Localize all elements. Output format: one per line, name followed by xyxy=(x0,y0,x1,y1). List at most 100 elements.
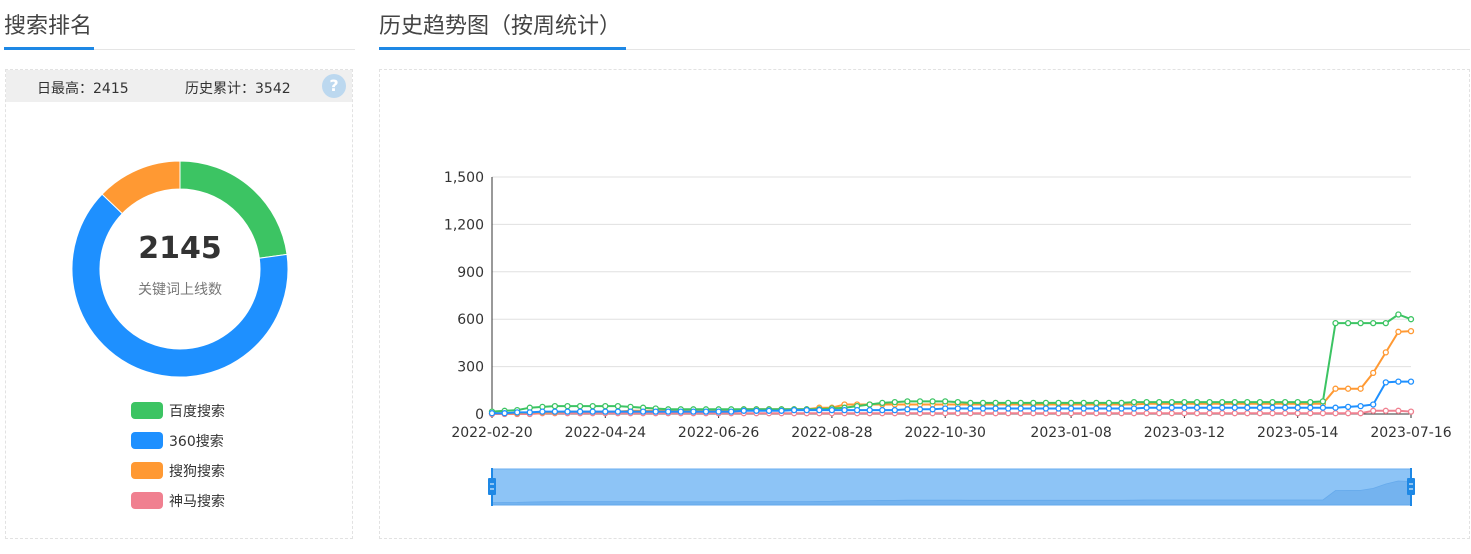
series-point-360[interactable] xyxy=(715,408,722,415)
series-point-360[interactable] xyxy=(1193,404,1201,411)
series-point-baidu[interactable] xyxy=(879,399,886,407)
series-point-360[interactable] xyxy=(614,408,622,415)
series-point-360[interactable] xyxy=(1206,404,1213,411)
series-point-360[interactable] xyxy=(1017,405,1024,412)
series-point-360[interactable] xyxy=(841,406,848,414)
series-point-baidu[interactable] xyxy=(1395,311,1402,318)
series-point-baidu[interactable] xyxy=(1118,399,1125,407)
series-point-360[interactable] xyxy=(639,408,647,415)
series-point-shenma[interactable] xyxy=(1382,407,1389,414)
series-point-baidu[interactable] xyxy=(1105,399,1113,407)
series-point-360[interactable] xyxy=(1319,404,1327,411)
series-point-360[interactable] xyxy=(740,407,747,414)
series-point-360[interactable] xyxy=(1156,404,1163,411)
series-point-360[interactable] xyxy=(539,408,546,415)
series-point-shenma[interactable] xyxy=(1395,407,1402,414)
series-point-shenma[interactable] xyxy=(1319,410,1327,417)
series-point-baidu[interactable] xyxy=(551,402,559,410)
series-point-baidu[interactable] xyxy=(1407,316,1415,323)
series-point-360[interactable] xyxy=(1231,404,1238,411)
legend-item-360[interactable]: 360搜索 xyxy=(131,430,291,450)
series-point-baidu[interactable] xyxy=(916,398,924,405)
series-point-360[interactable] xyxy=(1269,404,1276,411)
series-point-360[interactable] xyxy=(778,407,785,414)
series-point-360[interactable] xyxy=(765,407,773,414)
series-point-360[interactable] xyxy=(1143,404,1150,411)
series-point-360[interactable] xyxy=(992,405,999,412)
series-point-baidu[interactable] xyxy=(589,402,596,410)
series-point-baidu[interactable] xyxy=(1067,399,1075,407)
series-point-360[interactable] xyxy=(1332,404,1339,411)
series-point-360[interactable] xyxy=(942,405,949,412)
datazoom-left-handle[interactable] xyxy=(488,478,496,495)
series-point-baidu[interactable] xyxy=(564,402,571,410)
series-point-baidu[interactable] xyxy=(1370,319,1377,327)
series-point-baidu[interactable] xyxy=(1269,398,1276,406)
series-point-360[interactable] xyxy=(816,406,823,414)
series-point-360[interactable] xyxy=(1281,404,1289,411)
series-point-baidu[interactable] xyxy=(1156,398,1163,406)
series-point-360[interactable] xyxy=(879,406,886,414)
series-point-360[interactable] xyxy=(891,406,898,414)
legend-item-sogou[interactable]: 搜狗搜索 xyxy=(131,460,291,480)
series-point-shenma[interactable] xyxy=(1344,410,1352,417)
series-point-shenma[interactable] xyxy=(1181,410,1188,417)
series-point-360[interactable] xyxy=(514,409,521,416)
series-point-baidu[interactable] xyxy=(942,398,949,405)
series-point-baidu[interactable] xyxy=(1080,399,1087,407)
series-point-360[interactable] xyxy=(602,408,609,415)
series-point-360[interactable] xyxy=(1005,405,1012,412)
series-point-baidu[interactable] xyxy=(576,402,584,410)
series-point-sogou[interactable] xyxy=(1407,327,1415,335)
series-point-360[interactable] xyxy=(1080,405,1087,412)
series-point-baidu[interactable] xyxy=(1219,398,1226,406)
series-point-shenma[interactable] xyxy=(1269,410,1276,417)
series-point-360[interactable] xyxy=(1219,404,1226,411)
series-point-baidu[interactable] xyxy=(954,398,961,406)
series-point-360[interactable] xyxy=(627,408,634,415)
series-point-baidu[interactable] xyxy=(1319,398,1327,405)
series-point-baidu[interactable] xyxy=(992,399,999,407)
series-point-360[interactable] xyxy=(501,410,508,417)
series-point-baidu[interactable] xyxy=(1244,398,1251,406)
series-point-sogou[interactable] xyxy=(1357,385,1364,392)
series-point-360[interactable] xyxy=(1382,379,1389,386)
series-point-shenma[interactable] xyxy=(1407,408,1415,415)
series-point-shenma[interactable] xyxy=(1168,410,1175,417)
series-point-360[interactable] xyxy=(1244,404,1251,411)
series-point-360[interactable] xyxy=(677,408,684,415)
series-point-baidu[interactable] xyxy=(1256,398,1264,406)
series-point-360[interactable] xyxy=(954,405,961,412)
series-point-baidu[interactable] xyxy=(1294,398,1301,406)
series-point-baidu[interactable] xyxy=(979,399,987,407)
series-point-baidu[interactable] xyxy=(866,401,873,408)
series-point-shenma[interactable] xyxy=(1193,410,1201,417)
series-point-360[interactable] xyxy=(652,408,659,415)
series-point-360[interactable] xyxy=(1407,378,1415,385)
series-point-baidu[interactable] xyxy=(1055,399,1062,407)
series-point-360[interactable] xyxy=(853,406,861,414)
datazoom-right-handle[interactable] xyxy=(1407,478,1415,495)
series-point-360[interactable] xyxy=(589,408,596,415)
series-point-360[interactable] xyxy=(526,409,533,416)
series-point-shenma[interactable] xyxy=(1256,410,1264,417)
series-point-baidu[interactable] xyxy=(602,402,609,410)
donut-slice-sogou[interactable] xyxy=(101,160,181,215)
series-point-360[interactable] xyxy=(866,406,873,414)
series-point-360[interactable] xyxy=(1067,405,1075,412)
series-point-360[interactable] xyxy=(1030,405,1037,412)
series-point-360[interactable] xyxy=(1395,378,1402,385)
series-point-360[interactable] xyxy=(551,408,559,415)
series-point-360[interactable] xyxy=(1093,405,1100,412)
series-point-shenma[interactable] xyxy=(1281,410,1289,417)
series-point-360[interactable] xyxy=(916,406,924,413)
series-line-baidu[interactable] xyxy=(491,313,1412,413)
series-point-sogou[interactable] xyxy=(1382,349,1389,356)
series-point-360[interactable] xyxy=(728,408,735,415)
series-point-baidu[interactable] xyxy=(1382,319,1389,327)
help-icon[interactable]: ? xyxy=(322,74,346,98)
series-point-baidu[interactable] xyxy=(1193,398,1201,406)
series-point-360[interactable] xyxy=(929,406,936,413)
series-point-360[interactable] xyxy=(904,406,911,413)
series-point-360[interactable] xyxy=(803,406,810,414)
